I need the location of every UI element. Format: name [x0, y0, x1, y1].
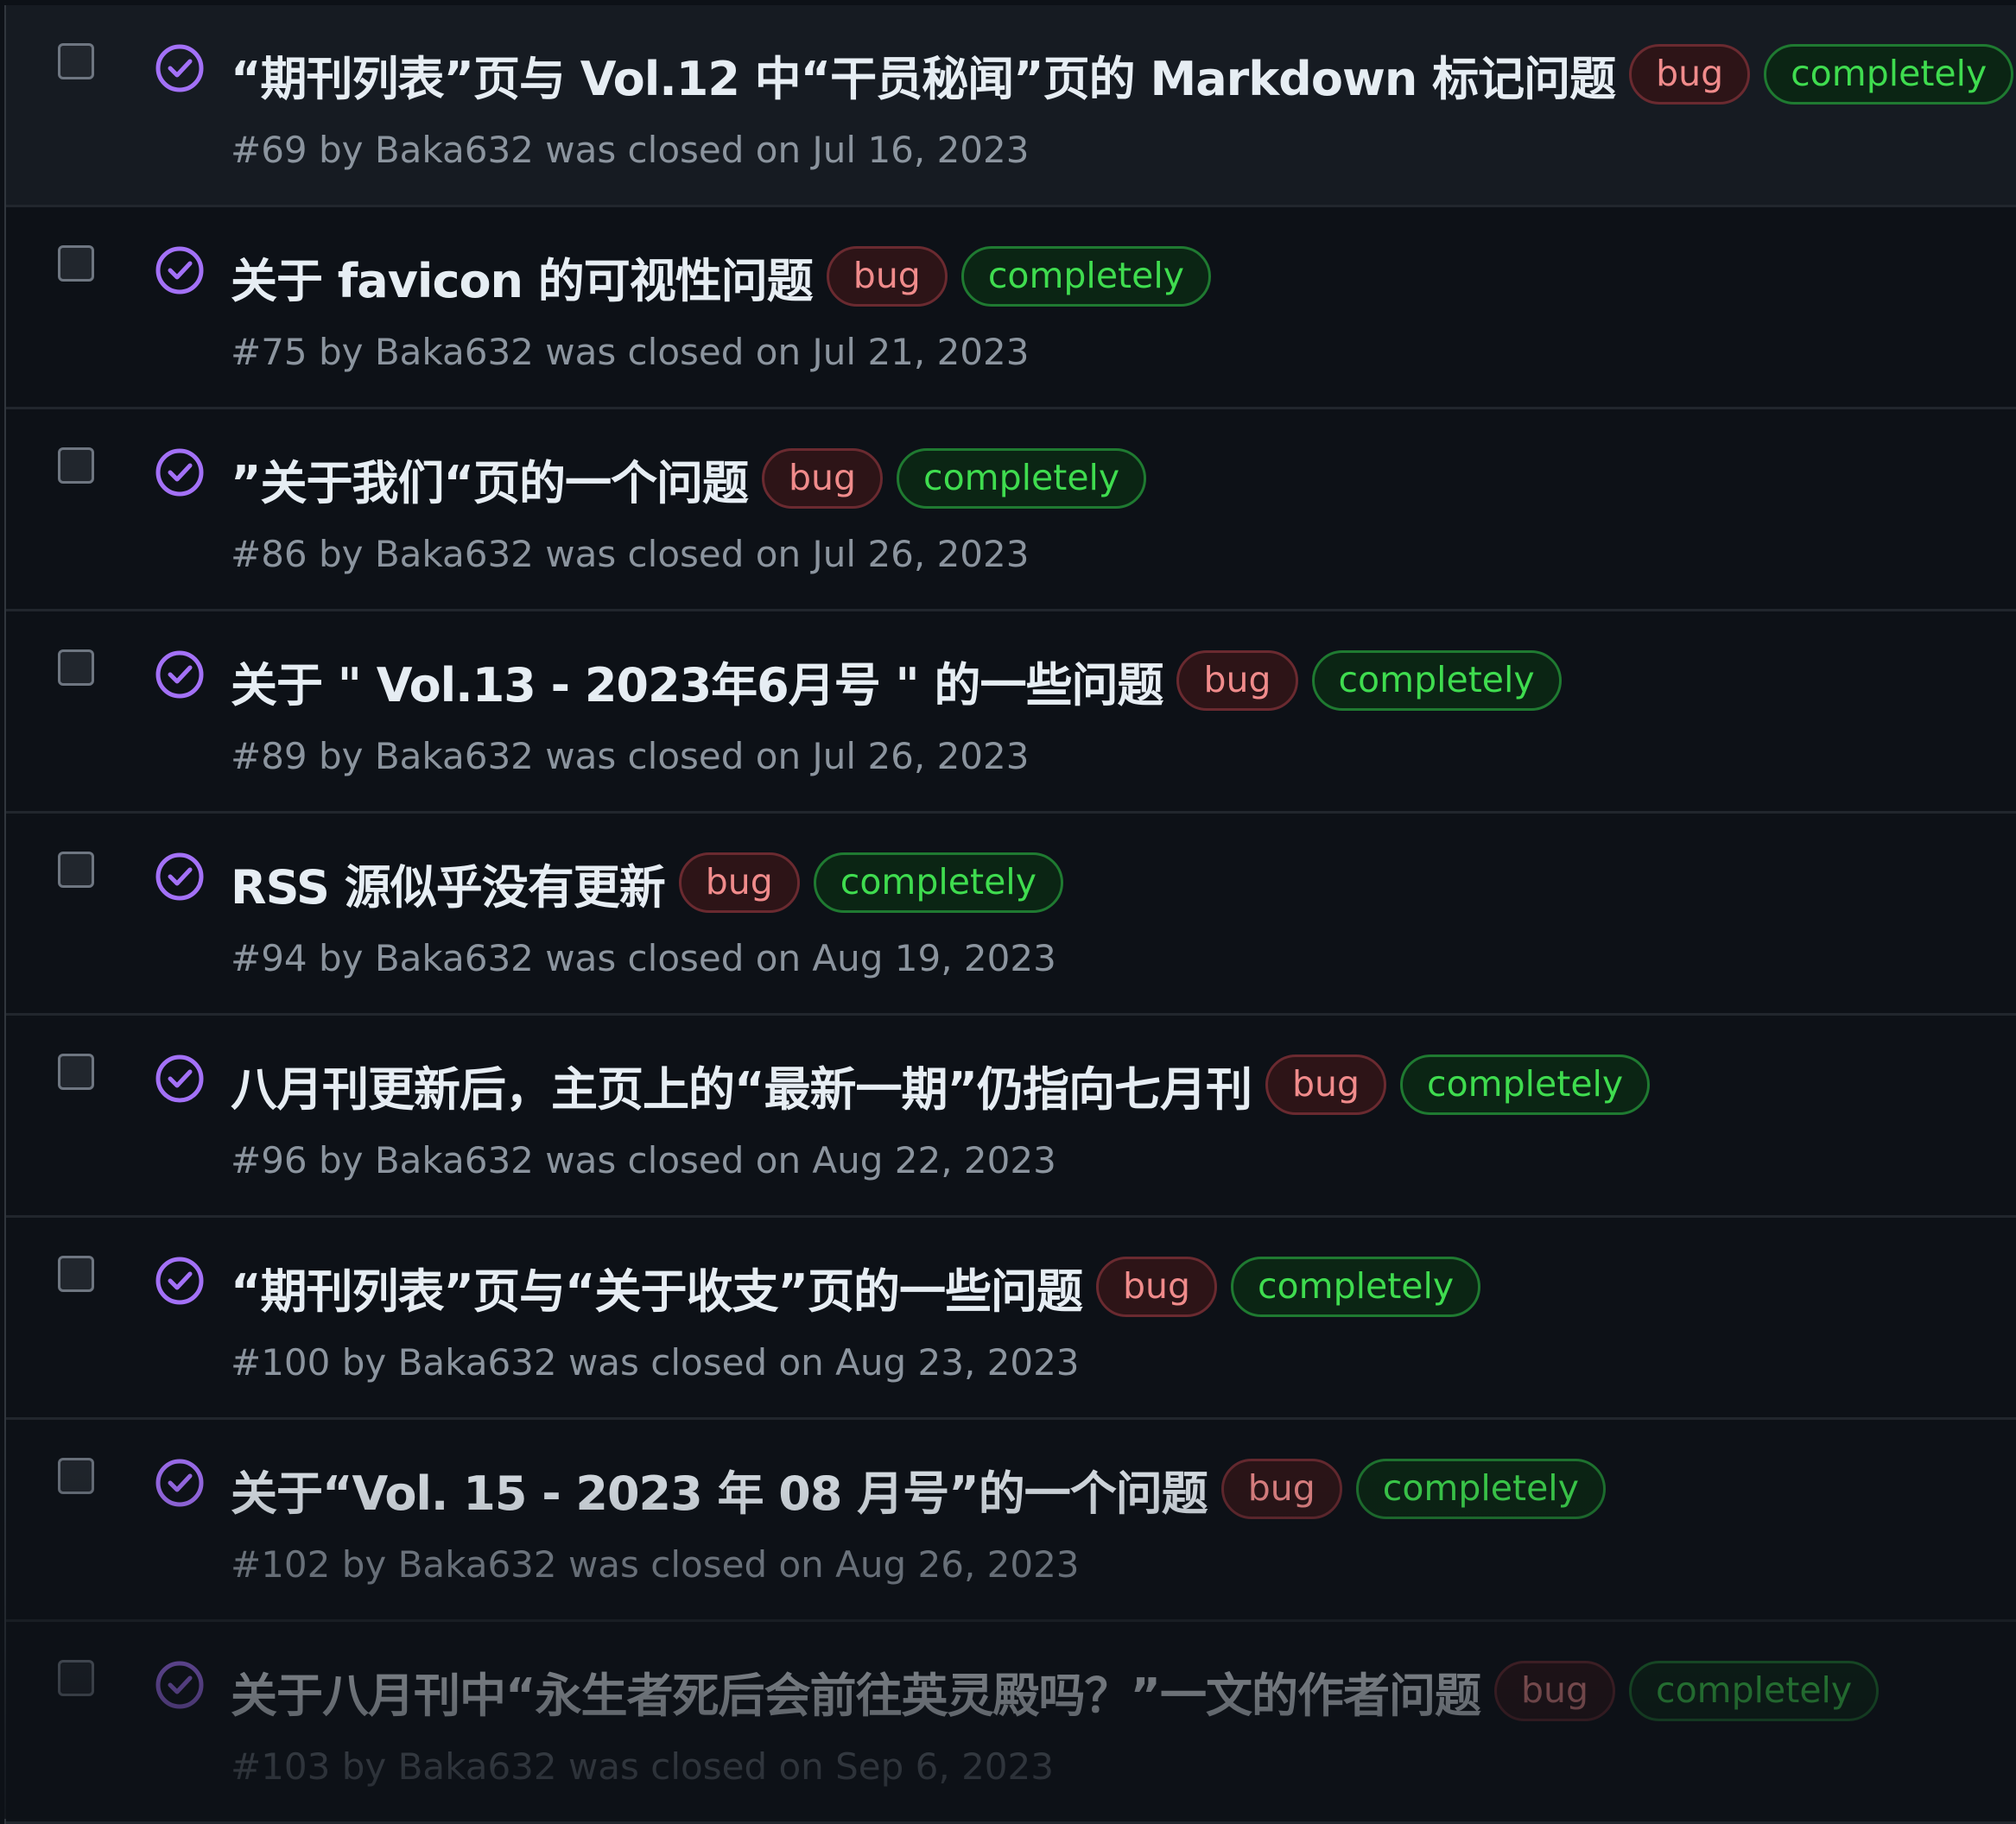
issue-meta: #102 by Baka632 was closed on Aug 26, 20…	[231, 1543, 1080, 1586]
bug-label[interactable]: bug	[1265, 1054, 1387, 1115]
issue-row: ”关于我们“页的一个问题 bug completely #86 by Baka6…	[6, 409, 2016, 611]
issue-meta: #96 by Baka632 was closed on Aug 22, 202…	[231, 1139, 1056, 1181]
bug-label[interactable]: bug	[1176, 650, 1298, 711]
bug-label[interactable]: bug	[826, 246, 948, 307]
bug-label[interactable]: bug	[678, 852, 800, 913]
issue-row: 关于八月刊中“永生者死后会前往英灵殿吗？”一文的作者问题 bug complet…	[6, 1622, 2016, 1824]
issue-title-link[interactable]: 关于 " Vol.13 - 2023年6月号 " 的一些问题	[231, 647, 1163, 715]
issue-meta: #86 by Baka632 was closed on Jul 26, 202…	[231, 533, 1030, 575]
bug-label[interactable]: bug	[761, 448, 884, 509]
issue-checkbox[interactable]	[58, 649, 94, 686]
issue-meta: #75 by Baka632 was closed on Jul 21, 202…	[231, 331, 1030, 373]
issue-title-line: “期刊列表”页与 Vol.12 中“干员秘闻”页的 Markdown 标记问题 …	[231, 31, 2014, 117]
issue-checkbox[interactable]	[58, 245, 94, 282]
completely-label[interactable]: completely	[1629, 1661, 1880, 1721]
completely-label[interactable]: completely	[897, 448, 1147, 509]
issue-row: RSS 源似乎没有更新 bug completely #94 by Baka63…	[6, 814, 2016, 1016]
bug-label[interactable]: bug	[1493, 1661, 1616, 1721]
completely-label[interactable]: completely	[813, 852, 1063, 913]
bug-label[interactable]: bug	[1220, 1459, 1342, 1519]
completely-label[interactable]: completely	[1311, 650, 1562, 711]
issue-title-link[interactable]: 关于 favicon 的可视性问题	[231, 243, 814, 311]
issue-meta: #94 by Baka632 was closed on Aug 19, 202…	[231, 937, 1056, 979]
closed-check-circle-icon	[155, 1459, 204, 1507]
issue-row: 八月刊更新后，主页上的“最新一期”仍指向七月刊 bug completely #…	[6, 1016, 2016, 1218]
issue-title-line: 关于 " Vol.13 - 2023年6月号 " 的一些问题 bug compl…	[231, 637, 2009, 724]
closed-check-circle-icon	[155, 650, 204, 699]
issue-title-link[interactable]: RSS 源似乎没有更新	[231, 849, 666, 917]
issue-title-line: “期刊列表”页与“关于收支”页的一些问题 bug completely	[231, 1244, 2009, 1330]
issue-title-line: RSS 源似乎没有更新 bug completely	[231, 839, 2009, 926]
issue-row: 关于“Vol. 15 - 2023 年 08 月号”的一个问题 bug comp…	[6, 1420, 2016, 1622]
issue-title-link[interactable]: “期刊列表”页与 Vol.12 中“干员秘闻”页的 Markdown 标记问题	[231, 41, 1616, 109]
bug-label[interactable]: bug	[1095, 1257, 1218, 1317]
issue-checkbox[interactable]	[58, 852, 94, 888]
closed-check-circle-icon	[155, 1054, 204, 1103]
completely-label[interactable]: completely	[1355, 1459, 1606, 1519]
issue-meta: #69 by Baka632 was closed on Jul 16, 202…	[231, 129, 1030, 171]
completely-label[interactable]: completely	[960, 246, 1212, 307]
issue-title-line: 关于 favicon 的可视性问题 bug completely	[231, 233, 2009, 320]
issue-checkbox[interactable]	[58, 447, 94, 484]
issue-title-link[interactable]: “期刊列表”页与“关于收支”页的一些问题	[231, 1253, 1083, 1321]
issue-title-link[interactable]: ”关于我们“页的一个问题	[231, 445, 749, 513]
issue-title-line: ”关于我们“页的一个问题 bug completely	[231, 435, 2009, 522]
closed-check-circle-icon	[155, 448, 204, 497]
issue-row: “期刊列表”页与“关于收支”页的一些问题 bug completely #100…	[6, 1218, 2016, 1420]
issue-title-link[interactable]: 八月刊更新后，主页上的“最新一期”仍指向七月刊	[231, 1051, 1252, 1119]
issue-checkbox[interactable]	[58, 1458, 94, 1494]
closed-check-circle-icon	[155, 852, 204, 901]
completely-label[interactable]: completely	[1231, 1257, 1481, 1317]
issue-title-link[interactable]: 关于“Vol. 15 - 2023 年 08 月号”的一个问题	[231, 1455, 1208, 1523]
issue-row: 关于 favicon 的可视性问题 bug completely #75 by …	[6, 207, 2016, 409]
issue-checkbox[interactable]	[58, 1256, 94, 1292]
issue-title-link[interactable]: 关于八月刊中“永生者死后会前往英灵殿吗？”一文的作者问题	[231, 1657, 1481, 1726]
completely-label[interactable]: completely	[1400, 1054, 1651, 1115]
issue-checkbox[interactable]	[58, 43, 94, 79]
issue-meta: #89 by Baka632 was closed on Jul 26, 202…	[231, 735, 1030, 777]
issue-title-line: 关于八月刊中“永生者死后会前往英灵殿吗？”一文的作者问题 bug complet…	[231, 1648, 2009, 1734]
issue-title-line: 八月刊更新后，主页上的“最新一期”仍指向七月刊 bug completely	[231, 1042, 2009, 1128]
closed-check-circle-icon	[155, 44, 204, 92]
issue-meta: #100 by Baka632 was closed on Aug 23, 20…	[231, 1341, 1080, 1384]
issue-checkbox[interactable]	[58, 1660, 94, 1696]
issue-title-line: 关于“Vol. 15 - 2023 年 08 月号”的一个问题 bug comp…	[231, 1446, 2009, 1532]
issue-meta: #103 by Baka632 was closed on Sep 6, 202…	[231, 1745, 1054, 1788]
issue-list: “期刊列表”页与 Vol.12 中“干员秘闻”页的 Markdown 标记问题 …	[4, 5, 2016, 1824]
closed-check-circle-icon	[155, 1661, 204, 1709]
issue-row: 关于 " Vol.13 - 2023年6月号 " 的一些问题 bug compl…	[6, 611, 2016, 814]
issue-row: “期刊列表”页与 Vol.12 中“干员秘闻”页的 Markdown 标记问题 …	[6, 5, 2016, 207]
issue-checkbox[interactable]	[58, 1054, 94, 1090]
closed-check-circle-icon	[155, 1257, 204, 1305]
completely-label[interactable]: completely	[1764, 44, 2014, 104]
closed-check-circle-icon	[155, 246, 204, 294]
bug-label[interactable]: bug	[1629, 44, 1751, 104]
